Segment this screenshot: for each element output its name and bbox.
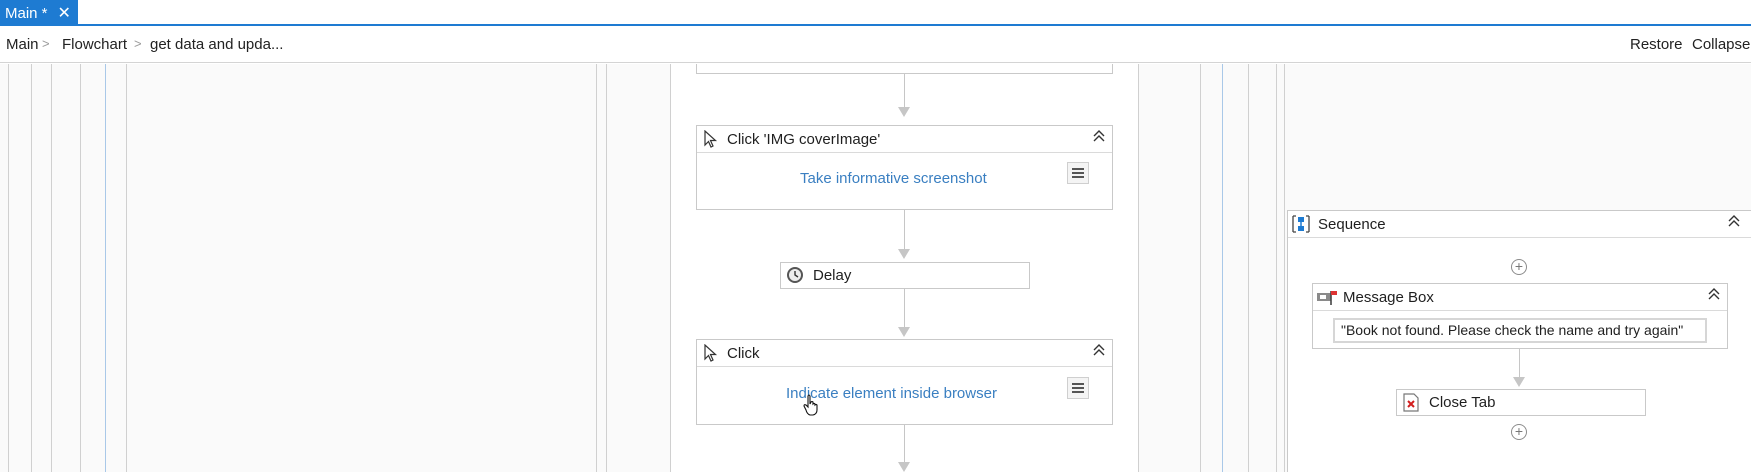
container-border [126,64,127,472]
activity-title: Message Box [1343,288,1434,306]
designer-canvas[interactable]: Click 'IMG coverImage' Take informative … [0,64,1751,472]
activity-header[interactable]: Click 'IMG coverImage' [697,126,1112,153]
container-border [606,64,607,472]
activity-click[interactable]: Click Indicate element inside browser [696,339,1113,425]
tab-main[interactable]: Main * ✕ [0,0,78,26]
hand-cursor-icon [803,394,819,421]
arrow-down-icon [1513,377,1525,387]
connector-line [904,74,905,107]
container-border [105,64,106,472]
container-border [1284,64,1285,472]
container-border [1276,64,1277,472]
chevron-right-icon: > [134,36,142,51]
message-box-icon [1316,288,1338,310]
hamburger-menu-icon[interactable] [1067,377,1089,399]
activity-title: Delay [813,267,852,284]
collapse-chevron-icon[interactable] [1092,342,1106,362]
arrow-down-icon [898,327,910,337]
container-border [1222,64,1223,472]
connector-line [904,289,905,331]
connector-line [1519,349,1520,379]
arrow-down-icon [898,107,910,117]
container-border [670,64,671,472]
connector-line [904,425,905,465]
container-border [80,64,81,472]
document-tab-strip: Main * ✕ [0,0,1751,26]
breadcrumb-item-flowchart[interactable]: Flowchart [62,36,127,53]
container-border [1138,64,1139,472]
chevron-right-icon: > [42,36,50,51]
collapse-chevron-icon[interactable] [1092,128,1106,148]
collapse-all-button[interactable]: Collapse [1692,36,1750,53]
activity-title: Click [727,344,760,362]
container-border [8,64,9,472]
container-border [1200,64,1201,472]
activity-click-cover-image[interactable]: Click 'IMG coverImage' Take informative … [696,125,1113,210]
cursor-icon [703,343,719,366]
message-text-input[interactable]: "Book not found. Please check the name a… [1333,318,1707,343]
activity-close-tab[interactable]: Close Tab [1396,389,1646,416]
breadcrumb-item-current[interactable]: get data and upda... [150,36,283,53]
hamburger-menu-icon[interactable] [1067,162,1089,184]
container-border [1248,64,1249,472]
clock-icon [786,266,804,288]
close-icon[interactable]: ✕ [58,3,71,23]
arrow-down-icon [898,462,910,472]
activity-partial[interactable] [696,64,1113,74]
activity-header[interactable]: Message Box [1313,284,1727,311]
activity-title: Close Tab [1429,394,1496,411]
tab-main-label: Main * [5,4,48,22]
breadcrumb: Main > Flowchart > get data and upda... … [0,26,1751,63]
restore-button[interactable]: Restore [1630,36,1683,53]
container-border [596,64,597,472]
activity-header[interactable]: Click [697,340,1112,367]
collapse-chevron-icon[interactable] [1727,213,1741,233]
activity-title: Sequence [1318,215,1386,233]
activity-delay[interactable]: Delay [780,262,1030,289]
arrow-down-icon [898,249,910,259]
cursor-icon [703,129,719,152]
add-activity-plus-icon[interactable]: + [1511,259,1527,275]
take-screenshot-link[interactable]: Take informative screenshot [800,170,987,187]
close-tab-icon [1403,393,1419,416]
activity-header[interactable]: Sequence [1288,211,1751,238]
connector-line [904,210,905,252]
sequence-icon [1291,214,1311,238]
add-activity-plus-icon[interactable]: + [1511,424,1527,440]
breadcrumb-item-main[interactable]: Main [6,36,39,53]
container-border [51,64,52,472]
collapse-chevron-icon[interactable] [1707,286,1721,306]
container-border [31,64,32,472]
activity-message-box[interactable]: Message Box "Book not found. Please chec… [1312,283,1728,349]
activity-title: Click 'IMG coverImage' [727,130,881,148]
